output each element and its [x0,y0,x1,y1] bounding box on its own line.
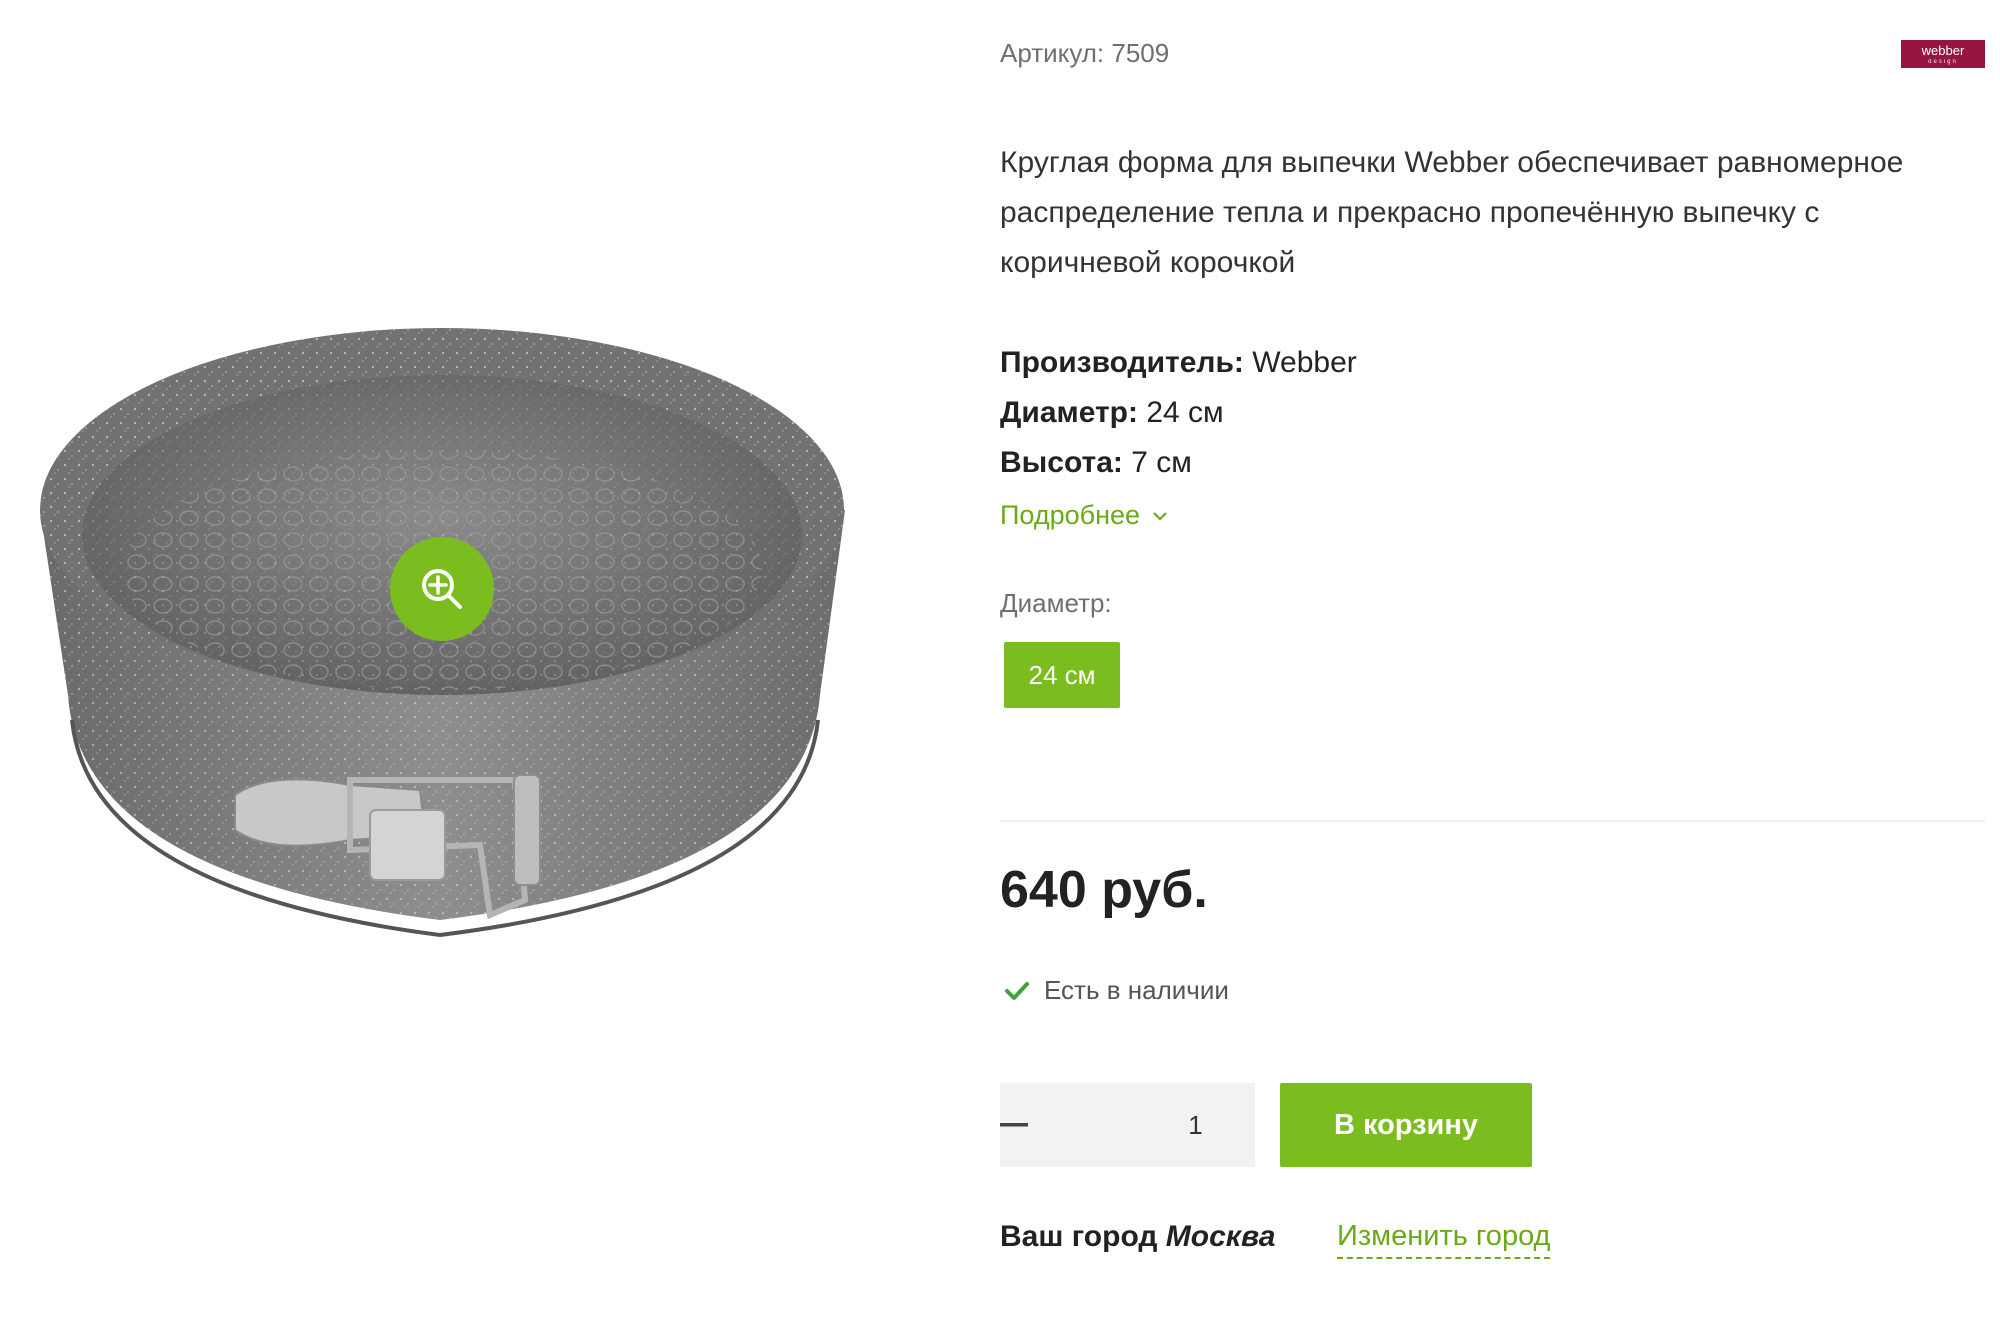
divider [1000,820,1985,822]
quantity-stepper [1000,1083,1391,1167]
zoom-in-icon [422,569,462,609]
stock-status: Есть в наличии [1004,975,1229,1006]
zoom-button[interactable] [390,537,494,641]
spec-height: Высота: 7 см [1000,446,1192,479]
article-number: Артикул: 7509 [1000,38,1170,68]
specs-list: Производитель: Webber Диаметр: 24 см Выс… [1000,338,1357,488]
product-info: Артикул: 7509 webber design Круглая форм… [1000,0,1985,1318]
city-line: Ваш город Москва [1000,1220,1276,1253]
diameter-option-24[interactable]: 24 см [1004,642,1120,708]
more-details-link[interactable]: Подробнее [1000,500,1168,531]
chevron-down-icon [1153,511,1167,521]
spec-manufacturer: Производитель: Webber [1000,346,1357,379]
spec-diameter: Диаметр: 24 см [1000,396,1224,429]
product-description: Круглая форма для выпечки Webber обеспеч… [1000,146,1904,279]
city-name: Москва [1165,1220,1276,1253]
check-icon [1005,981,1029,1000]
add-to-cart-button[interactable]: В корзину [1280,1083,1532,1167]
product-gallery [0,0,880,1318]
product-price: 640 руб. [1000,861,1208,919]
brand-logo[interactable]: webber design [1901,40,1985,68]
minus-icon [1000,1123,1028,1127]
option-label: Диаметр: [1000,588,1112,618]
change-city-link[interactable]: Изменить город [1337,1220,1551,1259]
decrease-quantity-button[interactable] [1000,1083,1028,1167]
